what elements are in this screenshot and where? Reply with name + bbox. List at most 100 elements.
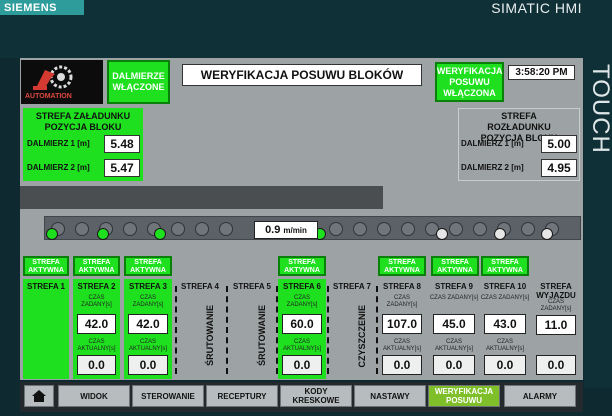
zone-3-act-label: CZAS AKTUALNY[s] xyxy=(128,339,167,352)
zone-9-set-value[interactable]: 45.0 xyxy=(433,314,475,334)
zone-10-set-label: CZAS ZADANY[s] xyxy=(480,295,530,301)
nav-alarmy[interactable]: ALARMY xyxy=(504,385,576,407)
zone-8-active-badge: STREFA AKTYWNA xyxy=(378,256,426,276)
page-title: WERYFIKACJA POSUWU BLOKÓW xyxy=(182,64,422,86)
conveyor-roller xyxy=(401,222,415,236)
zone-2-act-label: CZAS AKTUALNY[s] xyxy=(77,339,116,352)
zone-3: STREFA 3 CZAS ZADANY[s] 42.0 CZAS AKTUAL… xyxy=(124,279,172,379)
zone-3-active-badge: STREFA AKTYWNA xyxy=(124,256,172,276)
home-button[interactable] xyxy=(24,385,54,407)
sensor-led-8 xyxy=(436,228,448,240)
nav-nastawy[interactable]: NASTAWY xyxy=(354,385,426,407)
zone-1: STREFA 1 xyxy=(23,279,69,379)
nav-weryfikacja-posuwu[interactable]: WERYFIKACJA POSUWU xyxy=(428,385,500,407)
zone-exit-set-label: CZAS ZADANY[s] xyxy=(540,299,572,312)
zone-8-act-label: CZAS AKTUALNY[s] xyxy=(382,339,421,352)
unload-d2-label: DALMIERZ 2 [m] xyxy=(461,163,524,172)
zone-10-set-value[interactable]: 43.0 xyxy=(484,314,526,334)
conveyor-roller xyxy=(449,222,463,236)
nav-kody-kreskowe[interactable]: KODY KRESKOWE xyxy=(280,385,352,407)
unload-d1-value: 5.00 xyxy=(541,135,577,153)
zone-9-act-value: 0.0 xyxy=(433,355,475,375)
zone-9-active-badge: STREFA AKTYWNA xyxy=(431,256,479,276)
speed-unit: m/min xyxy=(283,225,307,235)
zone-5-process-label: ŚRUTOWANIE xyxy=(257,305,267,366)
zone-exit: STREFA WYJAZDU CZAS ZADANY[s] 11.0 0.0 xyxy=(532,279,580,379)
sensor-led-3 xyxy=(154,228,166,240)
zone-9-name: STREFA 9 xyxy=(435,282,473,291)
zone-8: STREFA 8 CZAS ZADANY[s] 107.0 CZAS AKTUA… xyxy=(378,279,426,379)
zone-10-active-badge: STREFA AKTYWNA xyxy=(481,256,529,276)
zone-7-process-label: CZYSZCZENIE xyxy=(357,305,367,368)
dalmierze-button[interactable]: DALMIERZE WŁĄCZONE xyxy=(107,60,170,104)
zone-exit-act-value: 0.0 xyxy=(536,355,576,375)
zone-2-set-label: CZAS ZADANY[s] xyxy=(81,295,112,308)
sensor-led-2 xyxy=(97,228,109,240)
zone-7: STREFA 7 CZYSZCZENIE xyxy=(328,279,376,379)
dalmierze-button-label: DALMIERZE WŁĄCZONE xyxy=(112,71,165,92)
nav-receptury[interactable]: RECEPTURY xyxy=(206,385,278,407)
load-d2-value: 5.47 xyxy=(104,159,140,177)
speed-display: 0.9 m/min xyxy=(254,221,318,239)
zone-3-act-value: 0.0 xyxy=(128,355,168,375)
zone-5-name: STREFA 5 xyxy=(233,282,271,291)
zone-6-act-value: 0.0 xyxy=(282,355,322,375)
load-d2-label: DALMIERZ 2 [m] xyxy=(27,163,90,172)
zone-2-active-badge: STREFA AKTYWNA xyxy=(73,256,120,276)
zone-9: STREFA 9 CZAS ZADANY[s] 45.0 CZAS AKTUAL… xyxy=(429,279,479,379)
zone-4-process-label: ŚRUTOWANIE xyxy=(205,305,215,366)
zone-7-name: STREFA 7 xyxy=(333,282,371,291)
conveyor-roller xyxy=(219,222,233,236)
nav-sterowanie[interactable]: STEROWANIE xyxy=(132,385,204,407)
conveyor-roller xyxy=(171,222,185,236)
zone-separator xyxy=(276,286,278,374)
zone-4: STREFA 4 ŚRUTOWANIE xyxy=(175,279,225,379)
zone-2-set-value[interactable]: 42.0 xyxy=(77,314,116,334)
zone-10: STREFA 10 CZAS ZADANY[s] 43.0 CZAS AKTUA… xyxy=(480,279,530,379)
siemens-brand: SIEMENS xyxy=(0,0,84,15)
zone-1-name: STREFA 1 xyxy=(27,282,65,291)
hmi-screen: AUTOMATION DALMIERZE WŁĄCZONE WERYFIKACJ… xyxy=(20,58,583,380)
conveyor-roller xyxy=(353,222,367,236)
zone-8-set-label: CZAS ZADANY[s] xyxy=(386,295,418,308)
bottom-navigation: WIDOK STEROWANIE RECEPTURY KODY KRESKOWE… xyxy=(20,382,583,412)
hmi-title: SIMATIC HMI xyxy=(491,0,582,16)
sensor-led-10 xyxy=(541,228,553,240)
conveyor-roller xyxy=(75,222,89,236)
unload-d2-value: 4.95 xyxy=(541,159,577,177)
unload-d1-label: DALMIERZ 1 [m] xyxy=(461,139,524,148)
zone-4-name: STREFA 4 xyxy=(181,282,219,291)
conveyor-roller xyxy=(473,222,487,236)
block-position-bar xyxy=(20,186,383,209)
unload-zone-panel: STREFA ROZŁADUNKU POZYCJA BLOKU DALMIERZ… xyxy=(458,108,580,181)
zone-10-act-label: CZAS AKTUALNY[s] xyxy=(485,339,524,352)
zone-exit-set-value[interactable]: 11.0 xyxy=(536,315,576,335)
zone-5: STREFA 5 ŚRUTOWANIE xyxy=(227,279,277,379)
zone-exit-name: STREFA WYJAZDU xyxy=(536,282,576,300)
zone-2: STREFA 2 CZAS ZADANY[s] 42.0 CZAS AKTUAL… xyxy=(73,279,120,379)
zone-3-set-value[interactable]: 42.0 xyxy=(128,314,168,334)
zone-6-set-value[interactable]: 60.0 xyxy=(282,314,322,334)
sensor-led-9 xyxy=(494,228,506,240)
logo-text: AUTOMATION xyxy=(25,93,72,100)
zone-3-name: STREFA 3 xyxy=(129,282,167,291)
load-d1-value: 5.48 xyxy=(104,135,140,153)
zone-separator xyxy=(327,286,329,374)
home-icon xyxy=(32,390,46,402)
zone-10-act-value: 0.0 xyxy=(484,355,526,375)
weryfikacja-toggle-button[interactable]: WERYFIKACJA POSUWU WŁĄCZONA xyxy=(435,62,504,102)
clock-display: 3:58:20 PM xyxy=(508,65,575,80)
zone-3-set-label: CZAS ZADANY[s] xyxy=(132,295,164,308)
zone-6-name: STREFA 6 xyxy=(283,282,321,291)
zone-8-set-value[interactable]: 107.0 xyxy=(382,314,422,334)
nav-widok[interactable]: WIDOK xyxy=(58,385,130,407)
conveyor-roller xyxy=(521,222,535,236)
load-d1-label: DALMIERZ 1 [m] xyxy=(27,139,90,148)
conveyor-roller xyxy=(329,222,343,236)
zone-6-active-badge: STREFA AKTYWNA xyxy=(278,256,326,276)
zone-6: STREFA 6 CZAS ZADANY[s] 60.0 CZAS AKTUAL… xyxy=(278,279,326,379)
load-zone-panel: STREFA ZAŁADUNKU POZYCJA BLOKU DALMIERZ … xyxy=(23,108,143,181)
conveyor-roller xyxy=(377,222,391,236)
load-zone-title: STREFA ZAŁADUNKU POZYCJA BLOKU xyxy=(35,111,131,132)
zone-9-act-label: CZAS AKTUALNY[s] xyxy=(434,339,473,352)
